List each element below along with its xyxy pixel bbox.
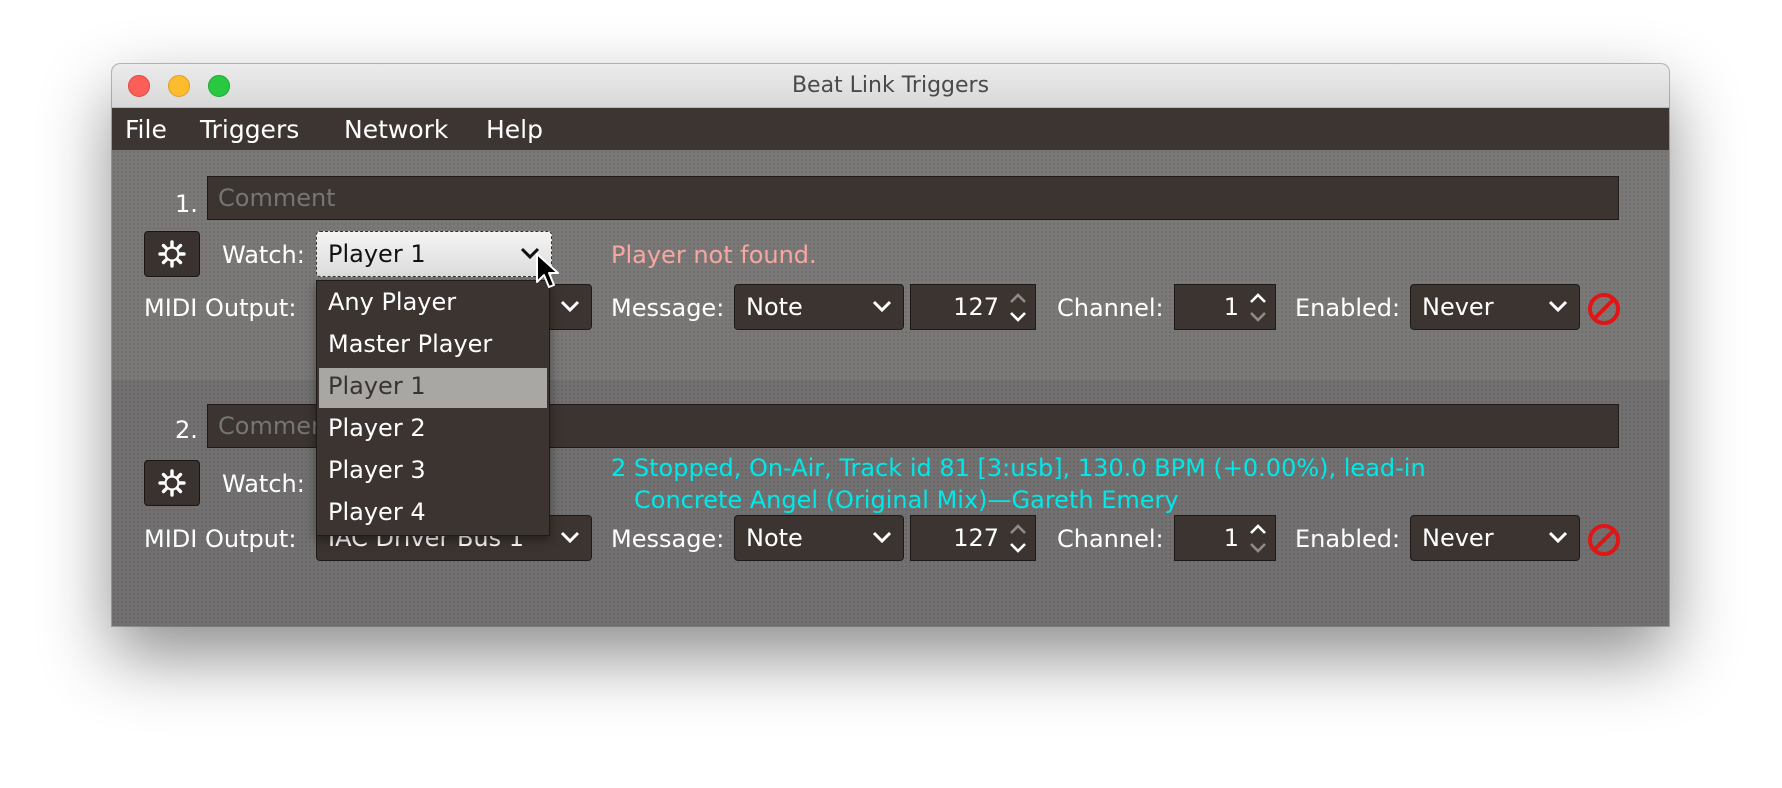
message-value: Note [746,524,803,552]
channel-label: Channel: [1057,294,1164,322]
channel-value: 1 [1223,524,1239,552]
watch-dropdown-list: Any Player Master Player Player 1 Player… [316,280,550,536]
disabled-icon [1588,293,1620,325]
message-label: Message: [611,525,725,553]
gear-icon [158,240,186,268]
menu-triggers[interactable]: Triggers [200,115,299,144]
trigger-status: Player not found. [611,241,817,269]
watch-option-any-player[interactable]: Any Player [319,284,547,324]
spinner-arrows-icon[interactable] [1247,291,1269,325]
menu-help[interactable]: Help [486,115,543,144]
watch-option-player-1[interactable]: Player 1 [319,368,547,408]
menu-file[interactable]: File [125,115,167,144]
channel-value: 1 [1223,293,1239,321]
chevron-down-icon [560,531,580,544]
enabled-select[interactable]: Never [1410,284,1580,330]
enabled-select[interactable]: Never [1410,515,1580,561]
watch-option-player-2[interactable]: Player 2 [319,410,547,450]
watch-select-value: Player 1 [328,240,426,268]
watch-label: Watch: [222,241,305,269]
mouse-cursor-icon [536,253,559,288]
enabled-value: Never [1422,293,1494,321]
message-select[interactable]: Note [734,284,904,330]
status-line-2: Concrete Angel (Original Mix)—Gareth Eme… [634,486,1179,514]
chevron-down-icon [872,300,892,313]
disabled-icon [1588,524,1620,556]
note-value: 127 [953,524,999,552]
gear-icon [158,469,186,497]
note-spinner[interactable]: 127 [910,284,1036,330]
channel-spinner[interactable]: 1 [1174,515,1276,561]
trigger-gear-button[interactable] [144,460,200,506]
channel-label: Channel: [1057,525,1164,553]
trigger-number: 2. [175,416,198,444]
note-value: 127 [953,293,999,321]
window-title: Beat Link Triggers [791,73,990,98]
enabled-label: Enabled: [1295,525,1401,553]
status-line-1: 2 Stopped, On-Air, Track id 81 [3:usb], … [611,454,1426,482]
chevron-down-icon [872,531,892,544]
watch-option-player-3[interactable]: Player 3 [319,452,547,492]
watch-select[interactable]: Player 1 [316,231,552,277]
watch-option-player-4[interactable]: Player 4 [319,494,547,534]
midi-output-label: MIDI Output: [144,525,297,553]
trigger-status: 2 Stopped, On-Air, Track id 81 [3:usb], … [611,452,1426,516]
message-value: Note [746,293,803,321]
spinner-arrows-icon[interactable] [1007,291,1029,325]
comment-field[interactable] [207,176,1619,220]
message-select[interactable]: Note [734,515,904,561]
channel-spinner[interactable]: 1 [1174,284,1276,330]
spinner-arrows-icon[interactable] [1247,522,1269,556]
title-bar: Beat Link Triggers [112,64,1669,108]
trigger-number: 1. [175,190,198,218]
enabled-label: Enabled: [1295,294,1401,322]
menu-network[interactable]: Network [344,115,448,144]
watch-option-master-player[interactable]: Master Player [319,326,547,366]
message-label: Message: [611,294,725,322]
spinner-arrows-icon[interactable] [1007,522,1029,556]
trigger-gear-button[interactable] [144,231,200,277]
chevron-down-icon [560,300,580,313]
enabled-value: Never [1422,524,1494,552]
midi-output-label: MIDI Output: [144,294,297,322]
menu-bar: File Triggers Network Help [112,108,1669,150]
chevron-down-icon [1548,300,1568,313]
watch-label: Watch: [222,470,305,498]
chevron-down-icon [1548,531,1568,544]
note-spinner[interactable]: 127 [910,515,1036,561]
